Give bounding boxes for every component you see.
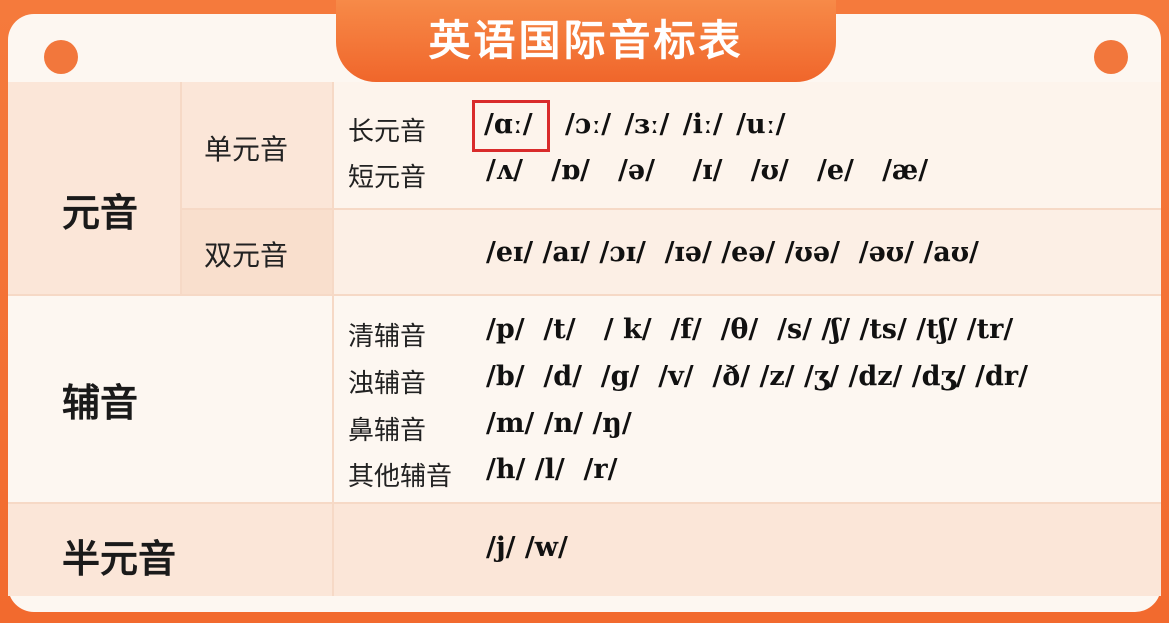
nasal-consonants-label: 鼻辅音 [348,416,427,446]
diphthong-symbols: /eɪ/ /aɪ/ /ɔɪ/ /ɪə/ /eə/ /ʊə/ /əʊ/ /aʊ/ [486,237,979,268]
voiced-consonants-label: 浊辅音 [348,369,427,399]
long-vowels-label: 长元音 [348,117,427,147]
voiceless-consonant-symbols: /p/ /t/ / k/ /f/ /θ/ /s/ /ʃ/ /ts/ /tʃ/ /… [486,314,1014,345]
decorative-dot-left [44,40,78,74]
monophthong-content-cell [334,82,1161,208]
voiceless-consonants-label: 清辅音 [348,322,427,352]
vowels-category: 元音 [62,191,139,235]
monophthongs-label: 单元音 [204,133,289,166]
divider [182,208,1161,210]
divider [8,502,1161,504]
other-consonants-label: 其他辅音 [348,462,453,492]
long-vowel-symbols: /ɔː/ /ɜː/ /iː/ /uː/ [565,109,786,140]
semivowel-content-cell [334,504,1161,596]
divider [332,82,334,596]
consonants-category: 辅音 [62,381,139,425]
divider [180,82,182,294]
other-consonant-symbols: /h/ /l/ /r/ [486,454,618,485]
page-title: 英语国际音标表 [428,16,744,65]
voiced-consonant-symbols: /b/ /d/ /g/ /v/ /ð/ /z/ /ʒ/ /dz/ /dʒ/ /d… [486,361,1028,392]
diphthongs-label: 双元音 [204,239,289,272]
consonant-category-cell [8,296,332,502]
short-vowel-symbols: /ʌ/ /ɒ/ /ə/ /ɪ/ /ʊ/ /e/ /æ/ [486,155,929,186]
divider [8,294,1161,296]
short-vowels-label: 短元音 [348,163,427,193]
semivowel-symbols: /j/ /w/ [486,532,568,563]
nasal-consonant-symbols: /m/ /n/ /ŋ/ [486,408,632,439]
semivowels-category: 半元音 [62,537,177,581]
decorative-dot-right [1094,40,1128,74]
highlighted-symbol: /ɑː/ [484,109,533,140]
